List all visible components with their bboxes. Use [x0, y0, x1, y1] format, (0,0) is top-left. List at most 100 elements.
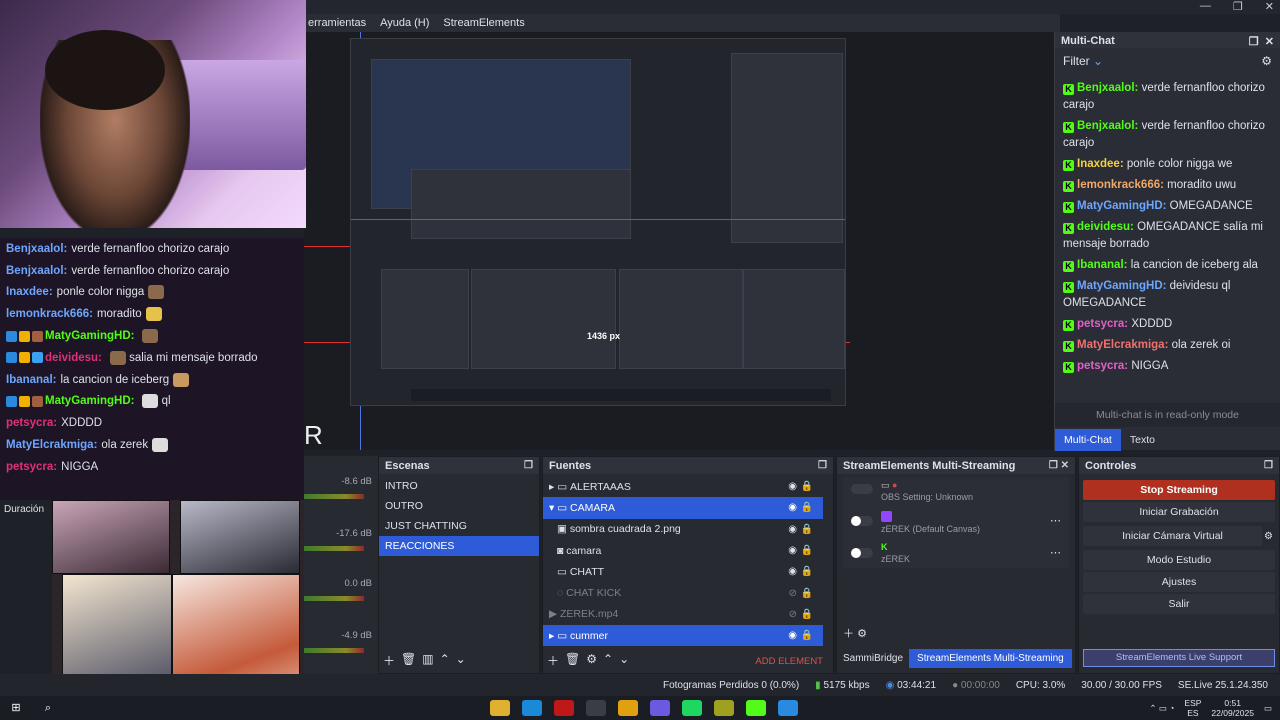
lock-icon[interactable]: 🔒: [801, 588, 813, 599]
lock-icon[interactable]: 🔒: [801, 566, 813, 577]
menu-item-tools[interactable]: erramientas: [308, 17, 366, 29]
minimize-icon[interactable]: —: [1200, 0, 1211, 13]
lock-icon[interactable]: 🔒: [801, 481, 813, 492]
scene-item[interactable]: OUTRO: [379, 496, 539, 516]
source-item-selected[interactable]: ▾ ▭ CAMARA ◉ 🔒: [543, 497, 823, 519]
trash-icon[interactable]: 🗑: [565, 652, 580, 669]
eye-icon[interactable]: ◉: [788, 566, 797, 577]
close-icon[interactable]: ✕: [1061, 460, 1069, 471]
multichat-filter-bar: Filter ⌄ ⚙: [1055, 48, 1280, 74]
more-icon[interactable]: ⋯: [1050, 514, 1061, 527]
float-icon[interactable]: ❐: [1249, 36, 1259, 48]
chrome-icon[interactable]: [618, 700, 638, 716]
eye-hidden-icon[interactable]: ⊘: [789, 609, 797, 620]
tray-icons[interactable]: ⌃ ▭ ◔: [1149, 703, 1174, 714]
eye-icon[interactable]: ◉: [788, 524, 797, 535]
discord-icon[interactable]: [650, 700, 670, 716]
source-item[interactable]: ◌ CHAT KICK ⊘ 🔒: [543, 582, 823, 603]
app-icon[interactable]: [714, 700, 734, 716]
more-icon[interactable]: ⋯: [1050, 546, 1061, 559]
chat-message: Kpetsycra: XDDDD: [1055, 316, 1280, 333]
down-icon[interactable]: ⌄: [456, 652, 466, 669]
add-icon[interactable]: ＋: [547, 652, 559, 669]
toggle-switch[interactable]: [851, 516, 873, 526]
bitrate: ▮ 5175 kbps: [815, 679, 870, 691]
gear-icon[interactable]: ⚙: [857, 628, 867, 640]
close-icon[interactable]: ✕: [1265, 36, 1274, 48]
lock-icon[interactable]: 🔒: [801, 545, 813, 556]
lock-icon[interactable]: 🔒: [801, 630, 813, 641]
source-item-selected[interactable]: ▸ ▭ cummer ◉ 🔒: [543, 625, 823, 647]
chat-message: K Benjxaalol: verde fernanfloo chorizo ca…: [1063, 82, 1265, 111]
eye-icon[interactable]: ◉: [788, 545, 797, 556]
add-icon[interactable]: ＋: [383, 652, 395, 669]
tab-se-multistreaming[interactable]: StreamElements Multi-Streaming: [909, 649, 1072, 668]
gear-icon[interactable]: ⚙: [1264, 531, 1273, 542]
source-item[interactable]: ▸ ▭ ALERTAAAS ◉ 🔒: [543, 476, 823, 497]
gear-icon[interactable]: ⚙: [1261, 54, 1272, 68]
obs-icon[interactable]: [586, 700, 606, 716]
toggle-switch[interactable]: [851, 484, 873, 494]
search-icon[interactable]: ⌕: [38, 700, 58, 716]
float-icon[interactable]: ❐: [1264, 460, 1273, 471]
eye-hidden-icon[interactable]: ⊘: [789, 588, 797, 599]
opera-icon[interactable]: [554, 700, 574, 716]
filter-dropdown[interactable]: Filter ⌄: [1063, 54, 1103, 68]
float-icon[interactable]: ❐: [524, 460, 533, 471]
gear-icon[interactable]: ⚙: [586, 652, 597, 669]
up-icon[interactable]: ⌃: [603, 652, 613, 669]
emote-icon: [152, 438, 169, 453]
live-support-button[interactable]: StreamElements Live Support: [1083, 649, 1275, 667]
tab-texto[interactable]: Texto: [1121, 429, 1164, 451]
filter-icon[interactable]: ▥: [422, 652, 433, 669]
menu-item-streamelements[interactable]: StreamElements: [443, 17, 524, 29]
trash-icon[interactable]: 🗑: [401, 652, 416, 669]
add-element-button[interactable]: ADD ELEMENT: [755, 656, 823, 667]
clock[interactable]: 0:51 22/09/2025: [1211, 698, 1254, 718]
add-icon[interactable]: ＋: [843, 628, 854, 640]
dock-tabs: SammiBridge StreamElements Multi-Streami…: [837, 649, 1072, 668]
start-recording-button[interactable]: Iniciar Grabación: [1083, 502, 1275, 522]
nested-obs-window: 1436 px: [350, 38, 846, 406]
lock-icon[interactable]: 🔒: [801, 502, 813, 513]
eye-icon[interactable]: ◉: [788, 502, 797, 513]
float-icon[interactable]: ❐: [818, 460, 827, 471]
source-item[interactable]: ◙ camara ◉ 🔒: [543, 540, 823, 561]
scene-item-selected[interactable]: REACCIONES: [379, 536, 539, 556]
float-icon[interactable]: ❐: [1049, 460, 1058, 471]
spotify-icon[interactable]: [682, 700, 702, 716]
close-icon[interactable]: ✕: [1265, 0, 1274, 13]
studio-mode-button[interactable]: Modo Estudio: [1083, 550, 1275, 570]
restore-icon[interactable]: ❐: [1233, 0, 1243, 13]
language-indicator[interactable]: ESP ES: [1184, 698, 1201, 718]
lock-icon[interactable]: 🔒: [801, 524, 813, 535]
stop-streaming-button[interactable]: Stop Streaming: [1083, 480, 1275, 500]
source-item[interactable]: ▭ CHATT ◉ 🔒: [543, 561, 823, 582]
file-explorer-icon[interactable]: [490, 700, 510, 716]
kick-icon[interactable]: [746, 700, 766, 716]
virtual-camera-button[interactable]: Iniciar Cámara Virtual: [1083, 526, 1263, 546]
telegram-icon[interactable]: [778, 700, 798, 716]
menu-item-help[interactable]: Ayuda (H): [380, 17, 429, 29]
tab-sammibridge[interactable]: SammiBridge: [837, 649, 909, 668]
scenes-dock: Escenas ❐ INTRO OUTRO JUST CHATTING REACC…: [378, 456, 540, 674]
scene-item[interactable]: JUST CHATTING: [379, 516, 539, 536]
down-icon[interactable]: ⌄: [619, 652, 629, 669]
tab-multichat[interactable]: Multi-Chat: [1055, 429, 1121, 451]
source-item[interactable]: ▣ sombra cuadrada 2.png ◉ 🔒: [543, 519, 823, 540]
up-icon[interactable]: ⌃: [440, 652, 450, 669]
eye-icon[interactable]: ◉: [788, 481, 797, 492]
scene-item[interactable]: INTRO: [379, 476, 539, 496]
windows-start-icon[interactable]: ⊞: [6, 700, 26, 716]
source-item[interactable]: ▶ ZEREK.mp4 ⊘ 🔒: [543, 604, 823, 625]
toggle-switch[interactable]: [851, 548, 873, 558]
kick-icon: K: [1063, 341, 1074, 352]
lock-icon[interactable]: 🔒: [801, 609, 813, 620]
eye-icon[interactable]: ◉: [788, 630, 797, 641]
chat-message: K Benjxaalol: verde fernanfloo chorizo ca…: [1063, 120, 1265, 149]
edge-icon[interactable]: [522, 700, 542, 716]
broadcast-icon: ◉: [885, 679, 895, 691]
exit-button[interactable]: Salir: [1083, 594, 1275, 614]
notification-icon[interactable]: ▭: [1264, 703, 1272, 714]
settings-button[interactable]: Ajustes: [1083, 572, 1275, 592]
